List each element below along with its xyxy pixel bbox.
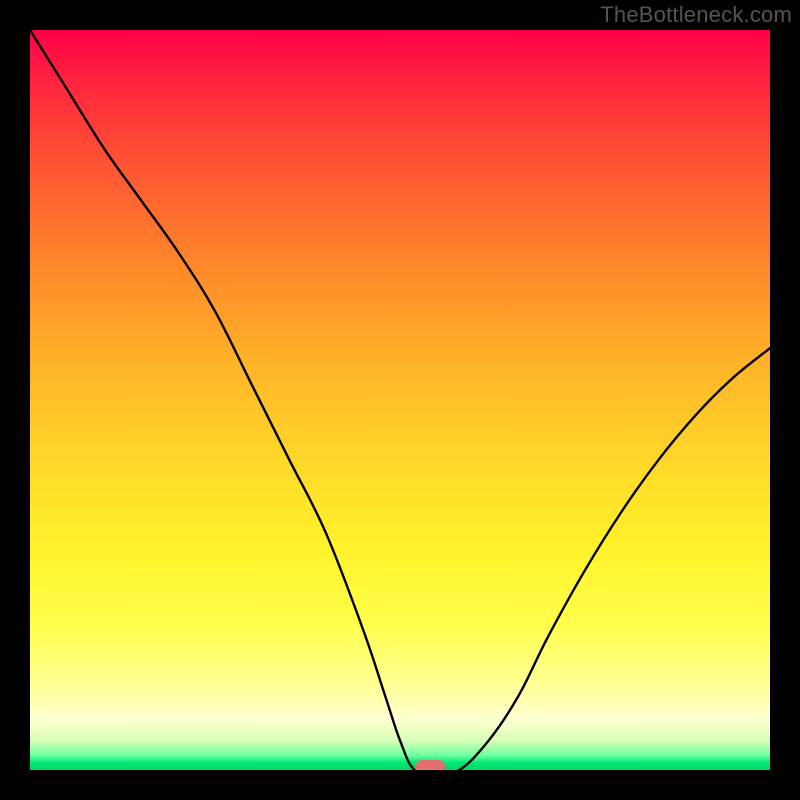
chart-frame: TheBottleneck.com	[0, 0, 800, 800]
bottleneck-curve	[30, 30, 770, 770]
watermark-text: TheBottleneck.com	[600, 2, 792, 28]
curve-svg	[30, 30, 770, 770]
plot-area	[30, 30, 770, 770]
optimal-point-marker	[415, 760, 445, 770]
